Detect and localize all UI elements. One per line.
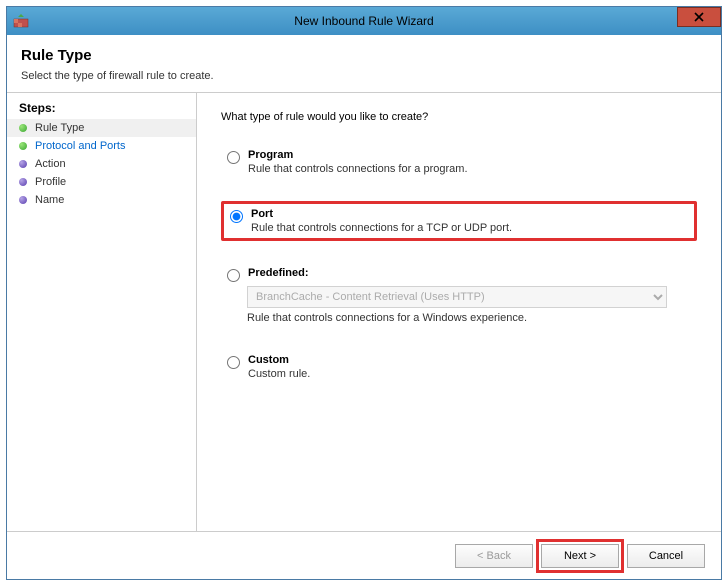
step-action[interactable]: Action [7, 155, 196, 173]
back-button: < Back [455, 544, 533, 568]
option-title: Predefined: [248, 267, 309, 279]
next-button[interactable]: Next > [541, 544, 619, 568]
option-port: Port Rule that controls connections for … [221, 201, 697, 241]
step-label: Name [35, 194, 64, 206]
close-icon [694, 10, 704, 25]
option-title: Program [248, 149, 468, 161]
body: Steps: Rule Type Protocol and Ports Acti… [7, 93, 721, 531]
option-title: Custom [248, 354, 310, 366]
option-custom: Custom Custom rule. [221, 350, 697, 384]
bullet-icon [19, 124, 27, 132]
step-label: Rule Type [35, 122, 84, 134]
steps-heading: Steps: [7, 101, 196, 119]
bullet-icon [19, 178, 27, 186]
option-desc: Rule that controls connections for a TCP… [251, 222, 512, 234]
page-header: Rule Type Select the type of firewall ru… [7, 35, 721, 93]
page-title: Rule Type [21, 47, 707, 64]
bullet-icon [19, 196, 27, 204]
page-subtitle: Select the type of firewall rule to crea… [21, 70, 707, 82]
cancel-button[interactable]: Cancel [627, 544, 705, 568]
footer: < Back Next > Cancel [7, 531, 721, 579]
prompt-text: What type of rule would you like to crea… [221, 111, 697, 123]
titlebar: New Inbound Rule Wizard [7, 7, 721, 35]
option-desc: Custom rule. [248, 368, 310, 380]
radio-custom[interactable] [227, 356, 240, 369]
option-title: Port [251, 208, 512, 220]
bullet-icon [19, 142, 27, 150]
window-title: New Inbound Rule Wizard [7, 14, 721, 28]
radio-predefined[interactable] [227, 269, 240, 282]
main-panel: What type of rule would you like to crea… [197, 93, 721, 531]
step-label: Protocol and Ports [35, 140, 126, 152]
option-desc: Rule that controls connections for a pro… [248, 163, 468, 175]
step-profile[interactable]: Profile [7, 173, 196, 191]
step-name[interactable]: Name [7, 191, 196, 209]
option-predefined: Predefined: BranchCache - Content Retrie… [221, 263, 697, 328]
radio-program[interactable] [227, 151, 240, 164]
bullet-icon [19, 160, 27, 168]
step-protocol-and-ports[interactable]: Protocol and Ports [7, 137, 196, 155]
step-label: Profile [35, 176, 66, 188]
option-desc: Rule that controls connections for a Win… [247, 312, 691, 324]
option-program: Program Rule that controls connections f… [221, 145, 697, 179]
steps-sidebar: Steps: Rule Type Protocol and Ports Acti… [7, 93, 197, 531]
close-button[interactable] [677, 7, 721, 27]
wizard-window: New Inbound Rule Wizard Rule Type Select… [6, 6, 722, 580]
step-label: Action [35, 158, 66, 170]
step-rule-type[interactable]: Rule Type [7, 119, 196, 137]
predefined-select: BranchCache - Content Retrieval (Uses HT… [247, 286, 667, 308]
radio-port[interactable] [230, 210, 243, 223]
